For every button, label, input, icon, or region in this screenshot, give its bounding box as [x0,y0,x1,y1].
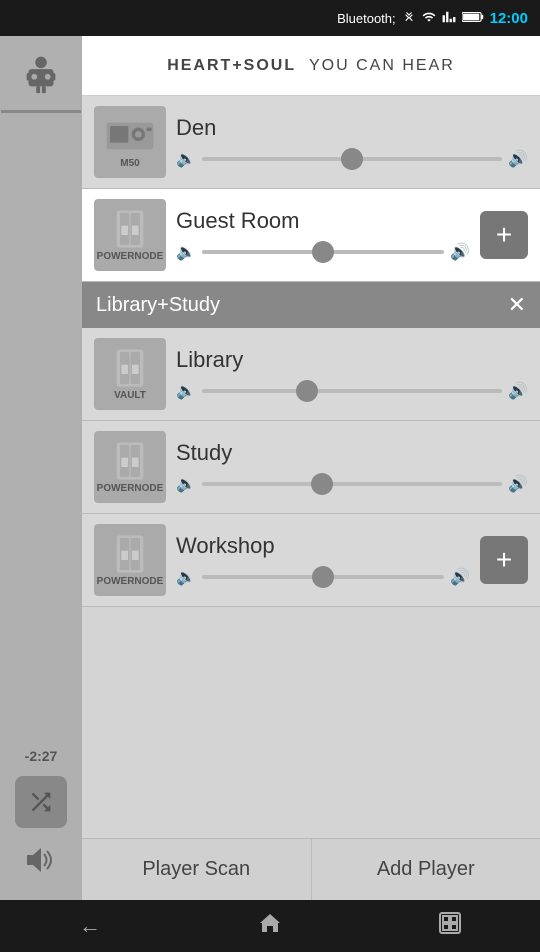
player-info-workshop: Workshop 🔈 🔊 [176,533,470,587]
vol-low-icon-study: 🔈 [176,474,196,494]
shuffle-button[interactable] [15,776,67,828]
action-bar: Player Scan Add Player [82,838,540,900]
device-thumb-library: VAULT [94,338,166,410]
volume-slider-library[interactable] [202,389,502,393]
app-logo [15,46,67,98]
content-area: HEART+SOUL YOU CAN HEAR [82,36,540,900]
vol-low-icon-guest: 🔈 [176,242,196,262]
brand-tagline: YOU CAN HEAR [309,57,455,74]
device-model-library: VAULT [114,390,146,401]
timer-display: -2:27 [25,748,58,764]
status-icons: Bluetooth; 12:00 [337,10,528,27]
app-container: -2:27 HEART+SOUL YOU CAN HEAR [0,36,540,900]
players-list[interactable]: M50 Den 🔈 🔊 [82,96,540,838]
slider-thumb-den[interactable] [341,148,363,170]
slider-thumb-library[interactable] [296,380,318,402]
plus-icon-guest: + [496,221,512,249]
slider-thumb-study[interactable] [311,473,333,495]
add-player-label: Add Player [377,858,475,881]
player-name-den: Den [176,115,528,141]
device-thumb-workshop: POWERNODE [94,524,166,596]
vol-low-icon-den: 🔈 [176,149,196,169]
bluetooth-icon: Bluetooth; [337,11,396,26]
bluetooth-icon [402,10,416,27]
nav-back-button[interactable]: ← [60,906,120,946]
player-name-library: Library [176,347,528,373]
player-card-den: M50 Den 🔈 🔊 [82,96,540,189]
player-info-den: Den 🔈 🔊 [176,115,528,169]
vol-high-icon-library: 🔊 [508,381,528,401]
vol-low-icon-workshop: 🔈 [176,567,196,587]
sidebar-bottom: -2:27 [15,748,67,890]
player-row-den: M50 Den 🔈 🔊 [94,106,528,178]
volume-row-workshop: 🔈 🔊 [176,567,470,587]
player-row-study: POWERNODE Study 🔈 🔊 [94,431,528,503]
vol-high-icon-den: 🔊 [508,149,528,169]
player-row-workshop: POWERNODE Workshop 🔈 🔊 + [94,524,528,596]
device-model-guest: POWERNODE [97,251,164,262]
volume-slider-guest[interactable] [202,250,444,254]
volume-row-library: 🔈 🔊 [176,381,528,401]
sidebar: -2:27 [0,36,82,900]
signal-icon [422,10,436,27]
slider-thumb-workshop[interactable] [312,566,334,588]
player-info-library: Library 🔈 🔊 [176,347,528,401]
vol-low-icon-library: 🔈 [176,381,196,401]
volume-row-den: 🔈 🔊 [176,149,528,169]
status-bar: Bluetooth; 12:00 [0,0,540,36]
player-name-study: Study [176,440,528,466]
device-thumb-study: POWERNODE [94,431,166,503]
player-card-guest-room: POWERNODE Guest Room 🔈 🔊 + [82,189,540,282]
player-info-study: Study 🔈 🔊 [176,440,528,494]
player-row-guest-room: POWERNODE Guest Room 🔈 🔊 + [94,199,528,271]
volume-slider-workshop[interactable] [202,575,444,579]
player-card-library: VAULT Library 🔈 🔊 [82,328,540,421]
player-name-guest: Guest Room [176,208,470,234]
nav-home-button[interactable] [240,906,300,946]
nav-bar: ← [0,900,540,952]
group-name-library-study: Library+Study [96,294,220,317]
device-thumb-den: M50 [94,106,166,178]
add-player-button[interactable]: Add Player [312,839,540,900]
add-button-workshop[interactable]: + [480,536,528,584]
group-header-library-study: Library+Study ✕ [82,282,540,328]
volume-slider-study[interactable] [202,482,502,486]
app-header: HEART+SOUL YOU CAN HEAR [82,36,540,96]
player-row-library: VAULT Library 🔈 🔊 [94,338,528,410]
volume-row-study: 🔈 🔊 [176,474,528,494]
player-name-workshop: Workshop [176,533,470,559]
player-card-study: POWERNODE Study 🔈 🔊 [82,421,540,514]
sidebar-top [1,46,81,117]
player-scan-button[interactable]: Player Scan [82,839,312,900]
player-info-guest: Guest Room 🔈 🔊 [176,208,470,262]
sidebar-divider [1,110,81,113]
volume-row-guest: 🔈 🔊 [176,242,470,262]
volume-slider-den[interactable] [202,157,502,161]
back-icon: ← [79,913,101,939]
battery-icon [462,11,484,26]
cellular-icon [442,10,456,27]
vol-high-icon-guest: 🔊 [450,242,470,262]
slider-thumb-guest[interactable] [312,241,334,263]
recent-icon [439,912,461,940]
device-model-study: POWERNODE [97,483,164,494]
home-icon [258,912,282,940]
clock: 12:00 [490,10,528,27]
header-title: HEART+SOUL YOU CAN HEAR [167,57,455,75]
vol-high-icon-workshop: 🔊 [450,567,470,587]
brand-name: HEART+SOUL [167,57,296,74]
group-close-button[interactable]: ✕ [508,292,526,318]
plus-icon-workshop: + [496,546,512,574]
nav-recent-button[interactable] [420,906,480,946]
volume-button[interactable] [15,840,67,880]
device-thumb-guest-room: POWERNODE [94,199,166,271]
vol-high-icon-study: 🔊 [508,474,528,494]
device-model-den: M50 [120,158,139,169]
player-card-workshop: POWERNODE Workshop 🔈 🔊 + [82,514,540,607]
add-button-guest[interactable]: + [480,211,528,259]
device-model-workshop: POWERNODE [97,576,164,587]
player-scan-label: Player Scan [142,858,250,881]
